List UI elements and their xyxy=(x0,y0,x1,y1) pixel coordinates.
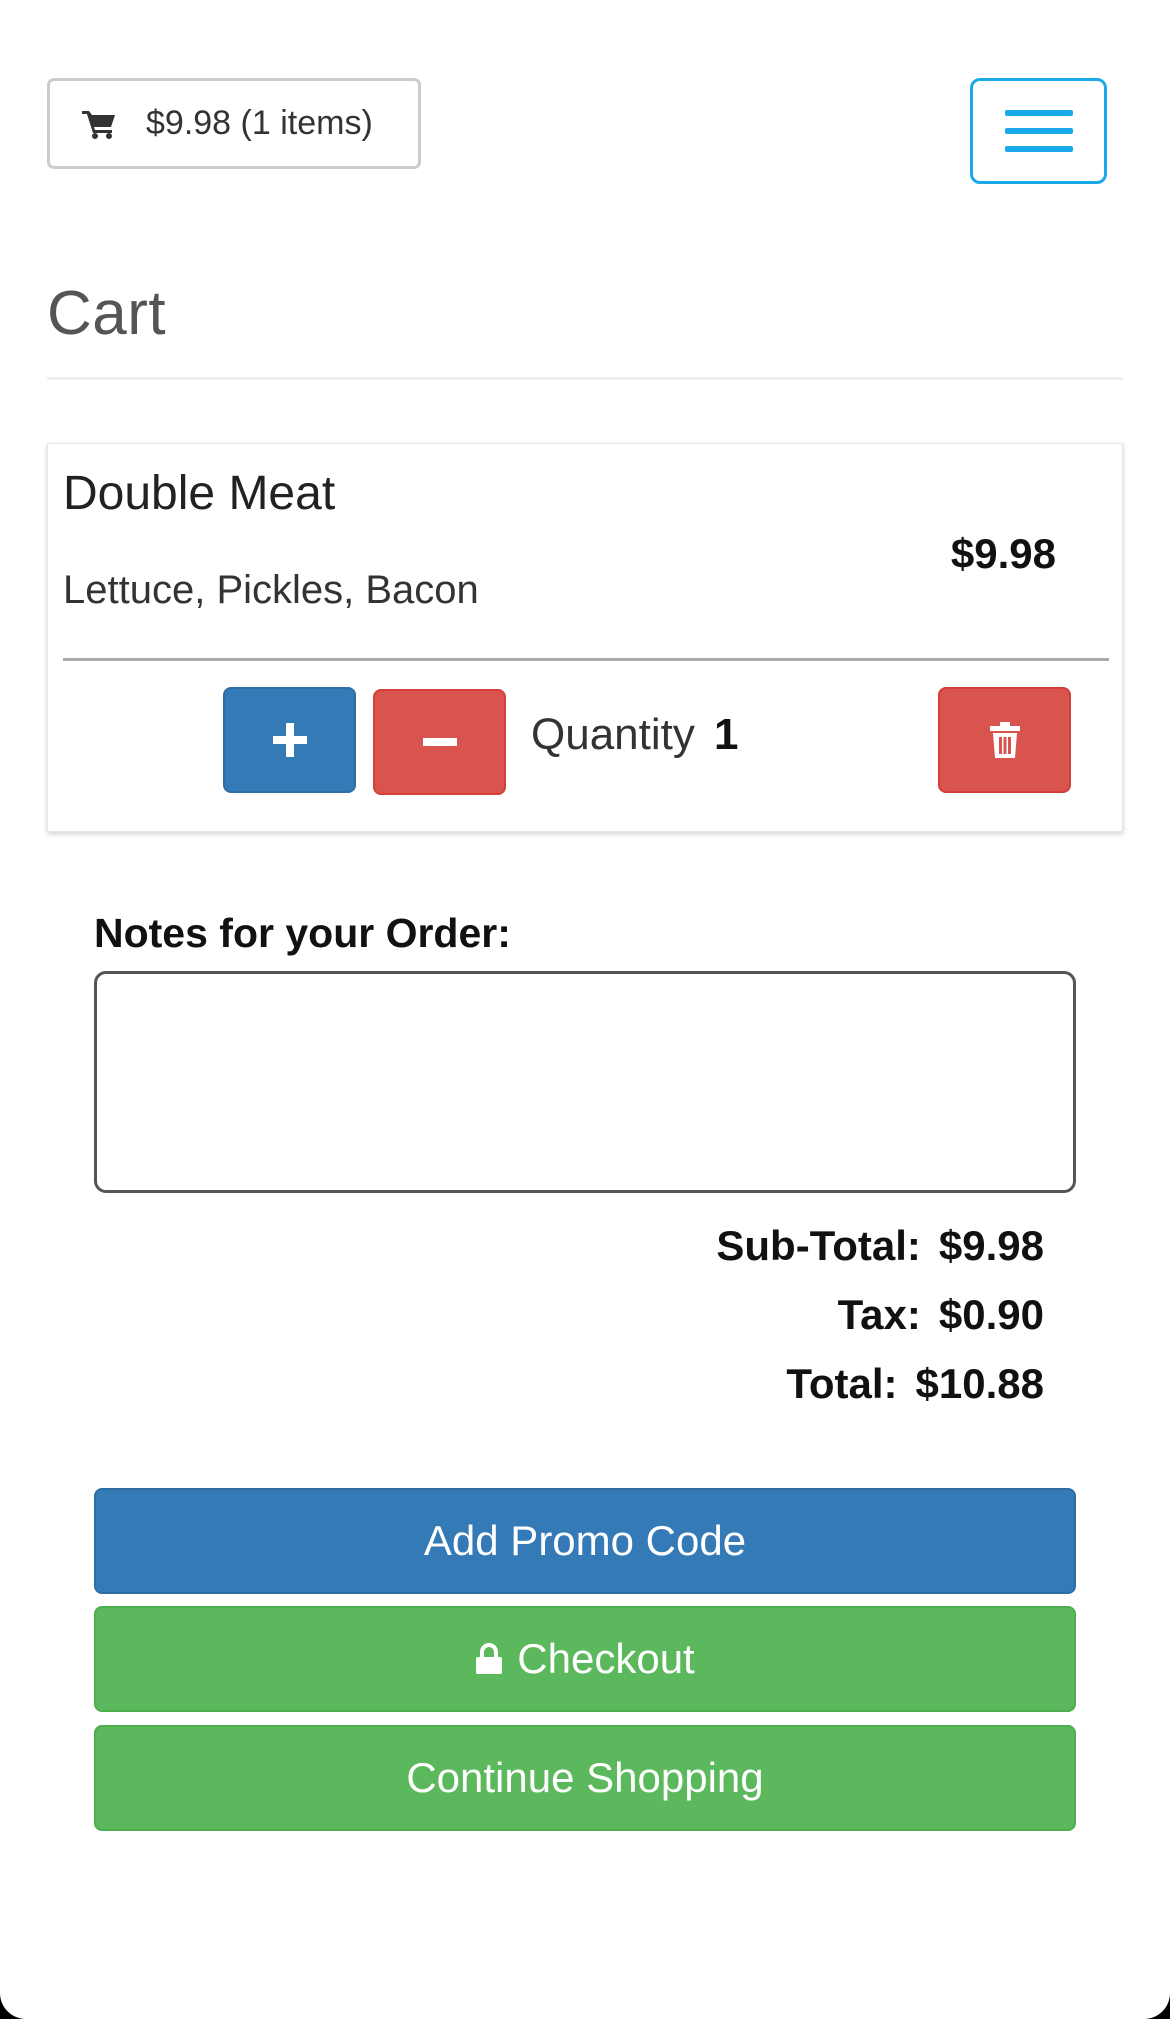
decrease-quantity-button[interactable] xyxy=(373,689,506,795)
tax-row: Tax: $0.90 xyxy=(716,1289,1044,1358)
title-divider xyxy=(47,377,1123,380)
checkout-button[interactable]: Checkout xyxy=(94,1606,1076,1712)
item-name: Double Meat xyxy=(63,467,336,520)
item-options: Lettuce, Pickles, Bacon xyxy=(63,568,479,612)
add-promo-code-label: Add Promo Code xyxy=(423,1517,747,1564)
cart-page: $9.98 (1 items) Cart Double Meat Lettuce… xyxy=(0,0,1170,2019)
hamburger-menu-icon xyxy=(1004,110,1073,116)
plus-icon xyxy=(272,723,307,757)
tax-value: $0.90 xyxy=(938,1291,1044,1338)
order-totals: Sub-Total: $9.98 Tax: $0.90 Total: $10.88 xyxy=(716,1220,1044,1427)
continue-shopping-button[interactable]: Continue Shopping xyxy=(94,1725,1076,1831)
notes-label: Notes for your Order: xyxy=(94,910,511,956)
order-notes-field[interactable] xyxy=(94,971,1076,1193)
total-row: Total: $10.88 xyxy=(716,1358,1044,1427)
increase-quantity-button[interactable] xyxy=(223,687,356,793)
shopping-cart-icon xyxy=(82,109,116,139)
tax-label: Tax: xyxy=(837,1291,921,1338)
add-promo-code-button[interactable]: Add Promo Code xyxy=(94,1488,1076,1594)
total-label: Total: xyxy=(786,1360,898,1407)
subtotal-label: Sub-Total: xyxy=(716,1222,921,1269)
checkout-label: Checkout xyxy=(517,1635,695,1682)
total-value: $10.88 xyxy=(915,1360,1044,1407)
cart-summary-text: $9.98 (1 items) xyxy=(146,104,373,142)
quantity-label: Quantity xyxy=(531,710,695,759)
page-title: Cart xyxy=(47,279,167,348)
subtotal-row: Sub-Total: $9.98 xyxy=(716,1220,1044,1289)
item-divider xyxy=(63,658,1109,661)
item-price: $9.98 xyxy=(950,530,1056,577)
cart-summary-button[interactable]: $9.98 (1 items) xyxy=(47,78,421,169)
cart-item-card: Double Meat Lettuce, Pickles, Bacon $9.9… xyxy=(47,443,1123,832)
quantity-value: 1 xyxy=(714,710,739,759)
hamburger-bar xyxy=(1004,128,1073,134)
menu-toggle-button[interactable] xyxy=(970,78,1107,184)
continue-shopping-label: Continue Shopping xyxy=(406,1754,764,1801)
hamburger-bar xyxy=(1004,146,1073,152)
lock-icon xyxy=(475,1643,503,1675)
remove-item-button[interactable] xyxy=(938,687,1071,793)
minus-icon xyxy=(422,738,457,746)
subtotal-value: $9.98 xyxy=(938,1222,1044,1269)
trash-icon xyxy=(989,722,1020,758)
